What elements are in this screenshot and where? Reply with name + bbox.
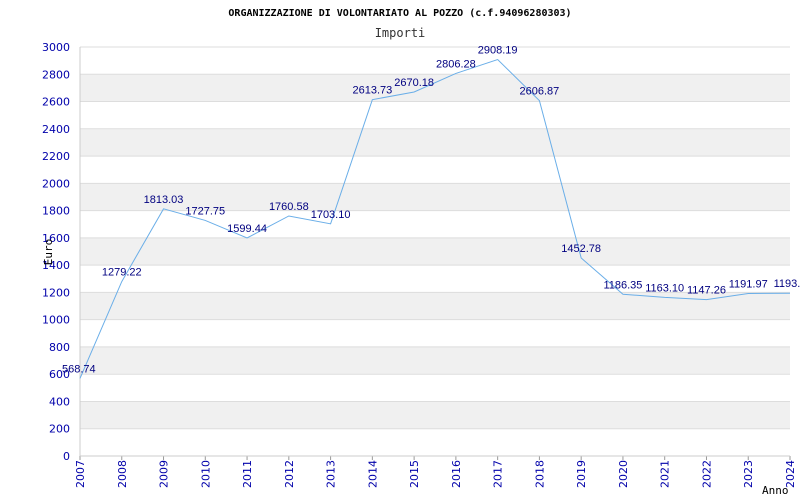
x-tick-label: 2015 bbox=[408, 460, 421, 488]
x-axis-label: Anno bbox=[762, 484, 789, 497]
y-tick-label: 2600 bbox=[42, 96, 70, 109]
data-label: 1727.75 bbox=[185, 205, 225, 217]
data-label: 568.74 bbox=[62, 363, 96, 375]
data-label: 1813.03 bbox=[144, 194, 184, 206]
data-label: 1193.9 bbox=[774, 278, 800, 290]
data-label: 1147.26 bbox=[687, 285, 726, 297]
data-label: 2613.73 bbox=[352, 85, 392, 97]
x-tick-label: 2019 bbox=[575, 460, 588, 488]
grid-band bbox=[80, 74, 790, 102]
line-chart: 0200400600800100012001400160018002000220… bbox=[42, 8, 800, 497]
series-line bbox=[79, 58, 791, 379]
data-label: 2806.28 bbox=[436, 58, 476, 70]
grid-band bbox=[80, 128, 790, 157]
y-axis-label: Euro bbox=[42, 239, 55, 266]
y-tick-label: 1000 bbox=[42, 314, 70, 327]
grid-band bbox=[80, 401, 790, 429]
grid-band bbox=[80, 292, 790, 320]
x-tick-label: 2009 bbox=[158, 460, 171, 488]
x-tick-label: 2020 bbox=[617, 460, 630, 488]
x-tick-label: 2017 bbox=[492, 460, 505, 488]
data-label: 2670.18 bbox=[394, 77, 434, 89]
data-label: 1703.10 bbox=[311, 209, 351, 221]
chart-subtitle: Importi bbox=[375, 26, 426, 40]
x-tick-label: 2021 bbox=[659, 460, 672, 488]
x-tick-label: 2018 bbox=[533, 460, 546, 488]
data-label: 1452.78 bbox=[561, 243, 601, 255]
data-label: 1163.10 bbox=[645, 282, 684, 294]
x-tick-label: 2023 bbox=[742, 460, 755, 488]
grid-band bbox=[80, 346, 790, 375]
x-tick-label: 2010 bbox=[199, 460, 212, 488]
data-label: 1760.58 bbox=[269, 201, 309, 213]
data-label: 2908.19 bbox=[478, 45, 518, 57]
y-tick-label: 2800 bbox=[42, 68, 70, 81]
data-label: 2606.87 bbox=[520, 86, 560, 98]
grid-bands bbox=[80, 74, 790, 429]
data-label: 1191.97 bbox=[729, 278, 768, 290]
x-tick-labels: 2007 2008 2009 2010 2011 2012 2013 2014 2015 2016… bbox=[74, 460, 797, 488]
data-label: 1186.35 bbox=[603, 279, 642, 291]
x-tick-label: 2016 bbox=[450, 460, 463, 488]
x-tick-label: 2022 bbox=[700, 460, 713, 488]
y-tick-label: 2400 bbox=[42, 123, 70, 136]
y-tick-label: 2000 bbox=[42, 177, 70, 190]
y-tick-label: 400 bbox=[49, 395, 70, 408]
data-label: 1279.22 bbox=[102, 267, 142, 279]
x-tick-label: 2008 bbox=[116, 460, 129, 488]
y-tick-label: 0 bbox=[63, 450, 70, 463]
x-tick-label: 2007 bbox=[74, 460, 87, 488]
x-tick-label: 2011 bbox=[241, 460, 254, 488]
y-tick-label: 1200 bbox=[42, 286, 70, 299]
x-tick-label: 2014 bbox=[366, 460, 379, 488]
chart-title: ORGANIZZAZIONE DI VOLONTARIATO AL POZZO … bbox=[228, 8, 571, 19]
x-tick-label: 2012 bbox=[283, 460, 296, 488]
y-tick-label: 200 bbox=[49, 423, 70, 436]
x-tick-label: 2013 bbox=[325, 460, 338, 488]
y-tick-label: 800 bbox=[49, 341, 70, 354]
grid-band bbox=[80, 237, 790, 266]
y-tick-label: 2200 bbox=[42, 150, 70, 163]
data-label: 1599.44 bbox=[227, 223, 267, 235]
y-tick-label: 3000 bbox=[42, 41, 70, 54]
y-tick-label: 1800 bbox=[42, 205, 70, 218]
